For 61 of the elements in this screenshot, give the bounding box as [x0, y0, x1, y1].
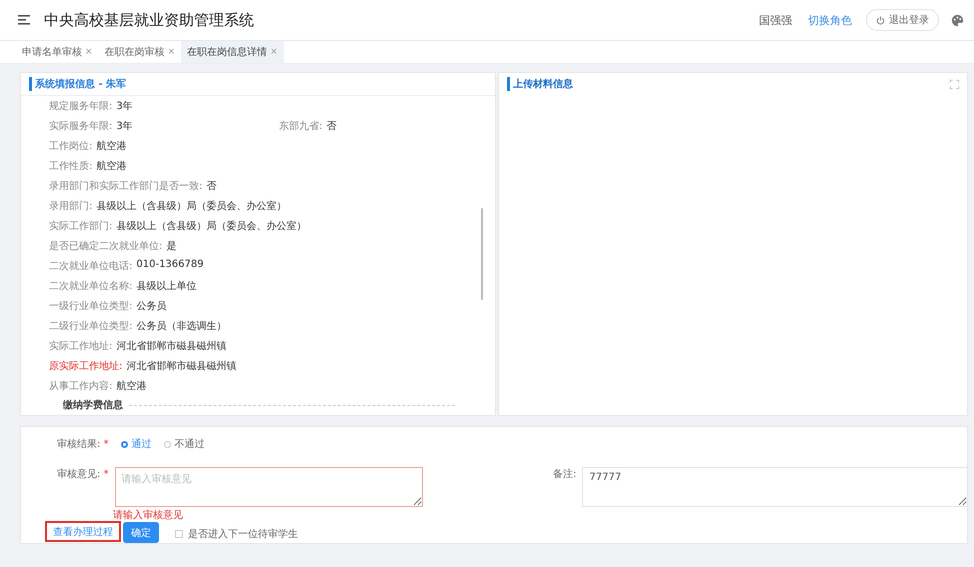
field-value: 公务员（非选调生） — [136, 320, 226, 333]
field-label: 东部九省: — [279, 120, 322, 133]
field-label: 实际工作地址: — [49, 340, 112, 353]
user-name: 国强强 — [759, 12, 792, 28]
checkbox-icon[interactable] — [175, 530, 183, 538]
field-label: 审核意见: * — [57, 468, 109, 481]
remark-field[interactable]: 77777 — [582, 467, 968, 507]
field-value: 否 — [206, 180, 216, 193]
field-label: 审核结果: * — [57, 438, 109, 451]
field-value: 河北省邯郸市磁县磁州镇 — [126, 360, 236, 373]
field-label: 原实际工作地址: — [49, 360, 122, 373]
tab[interactable]: 在职在岗审核 × — [98, 41, 182, 63]
app-title: 中央高校基层就业资助管理系统 — [44, 10, 255, 30]
palette-icon[interactable] — [951, 14, 964, 26]
field-label: 是否已确定二次就业单位: — [49, 240, 162, 253]
field-value: 航空港 — [96, 160, 126, 173]
section-title: 缴纳学费信息 — [63, 398, 123, 412]
field-value: 是 — [166, 240, 176, 253]
field-label: 实际工作部门: — [49, 220, 112, 233]
field-label: 录用部门和实际工作部门是否一致: — [49, 180, 202, 193]
field-label: 二级行业单位类型: — [49, 320, 132, 333]
field-label: 规定服务年限: — [49, 100, 112, 113]
field-value: 河北省邯郸市磁县磁州镇 — [116, 340, 226, 353]
field-value: 3年 — [116, 120, 133, 133]
field-label: 录用部门: — [49, 200, 92, 213]
radio-option[interactable]: 不通过 — [164, 437, 205, 451]
panel-title: 系统填报信息 - 朱军 — [29, 77, 487, 91]
radio-icon[interactable] — [164, 440, 171, 448]
radio-option[interactable]: 通过 — [120, 437, 152, 451]
field-value: 县级以上单位 — [136, 280, 196, 293]
tab[interactable]: 申请名单审核 × — [16, 41, 99, 63]
field-label: 二次就业单位名称: — [49, 280, 132, 293]
field-value: 航空港 — [96, 140, 126, 153]
opinion-field[interactable]: 请输入审核意见 — [114, 467, 423, 507]
process-link[interactable]: 查看办理过程 — [45, 521, 121, 542]
field-value: 航空港 — [116, 380, 146, 393]
field-label: 工作岗位: — [49, 140, 92, 153]
logout-button[interactable]: 退出登录 — [866, 9, 939, 31]
field-value: 县级以上（含县级）局（委员会、办公室） — [116, 220, 306, 233]
tab[interactable]: 在职在岗信息详情 × — [181, 41, 284, 63]
field-label: 一级行业单位类型: — [49, 300, 132, 313]
panel-title: 上传材料信息 — [507, 77, 950, 91]
next-student-checkbox[interactable]: 是否进入下一位待审学生 — [175, 527, 298, 541]
field-label: 实际服务年限: — [49, 120, 112, 133]
field-value: 3年 — [116, 100, 133, 113]
menu-icon[interactable] — [18, 15, 30, 25]
field-value: 公务员 — [136, 300, 166, 313]
radio-icon[interactable] — [120, 440, 128, 448]
field-label: 二次就业单位电话: — [49, 260, 132, 273]
fullscreen-icon[interactable] — [950, 80, 959, 88]
field-label: 工作性质: — [49, 160, 92, 173]
field-label: 从事工作内容: — [49, 380, 112, 393]
switch-role-link[interactable]: 切换角色 — [808, 12, 852, 28]
error-message: 请输入审核意见 — [113, 511, 183, 521]
field-value: 否 — [326, 120, 336, 133]
scrollbar[interactable] — [481, 208, 483, 300]
field-value: 010-1366789 — [136, 259, 204, 272]
field-label: 备注: — [553, 468, 576, 482]
field-value: 县级以上（含县级）局（委员会、办公室） — [96, 200, 286, 213]
confirm-button[interactable]: 确定 — [123, 522, 159, 543]
power-icon — [876, 16, 885, 24]
